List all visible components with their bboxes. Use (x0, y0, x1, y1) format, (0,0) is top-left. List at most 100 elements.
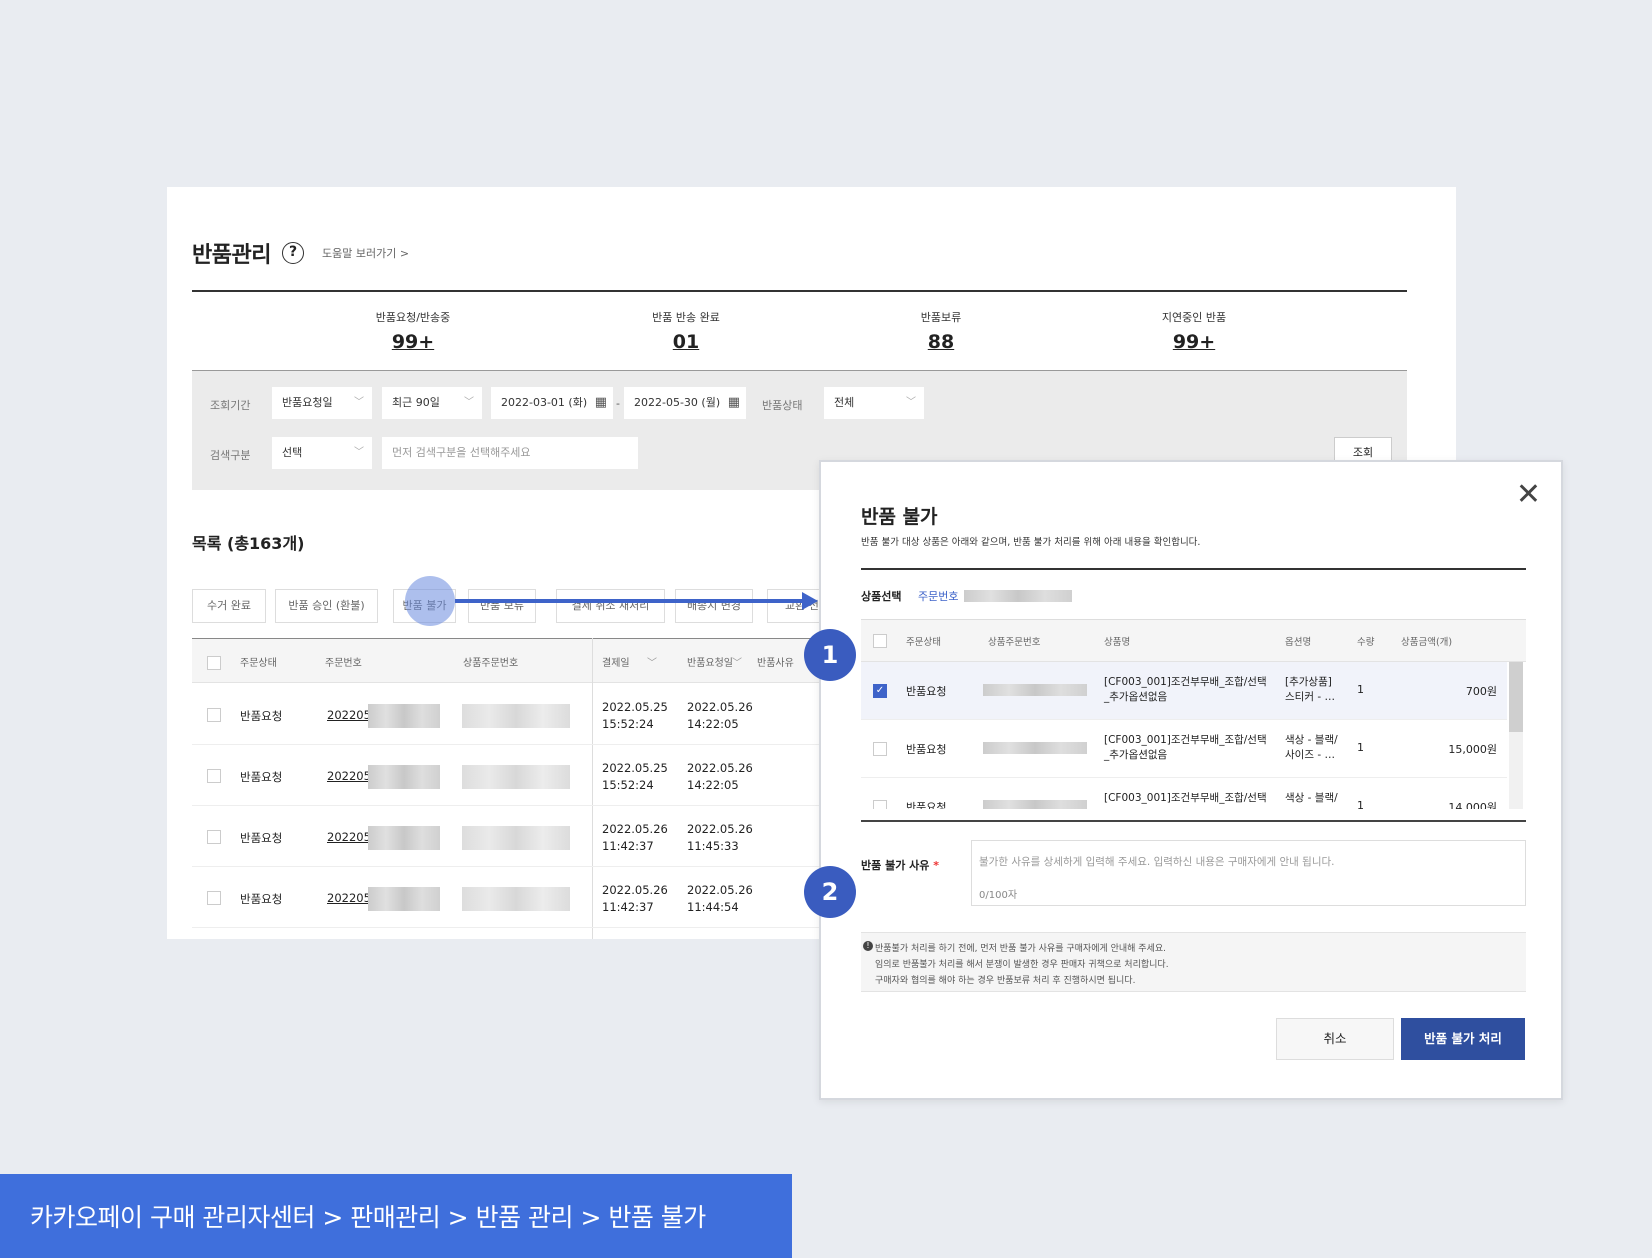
product-name: [CF003_001]조건부무배_조합/선택 _추가옵션없음 (1104, 675, 1267, 705)
status-select[interactable]: 전체 ﹀ (824, 387, 924, 419)
end-date-input[interactable]: 2022-05-30 (월) ▦ (624, 387, 746, 419)
step-badge-2: 2 (804, 866, 856, 918)
step-badge-1: 1 (804, 629, 856, 681)
chevron-down-icon[interactable]: ﹀ (732, 654, 742, 669)
column-header: 상품금액(개) (1401, 637, 1453, 648)
stat-returns-delayed: 지연중인 반품 99+ (1094, 309, 1294, 353)
blurred-product-order-number (462, 704, 570, 728)
stat-value[interactable]: 99+ (1173, 331, 1215, 353)
row-checkbox[interactable] (207, 769, 221, 783)
blurred-product-order-number (983, 742, 1087, 754)
notice-line: 반품불가 처리를 하기 전에, 먼저 반품 불가 사유를 구매자에게 안내해 주… (875, 944, 1167, 954)
breadcrumb: 카카오페이 구매 관리자센터 > 판매관리 > 반품 관리 > 반품 불가 (30, 1203, 706, 1232)
row-request-date: 2022.05.26 (687, 822, 753, 836)
row-request-date: 2022.05.26 (687, 883, 753, 897)
select-all-checkbox[interactable] (207, 656, 221, 670)
column-header: 주문상태 (906, 637, 941, 648)
order-number-label: 주문번호 (918, 590, 959, 603)
blurred-order-number (368, 887, 440, 911)
cancel-button[interactable]: 취소 (1276, 1018, 1394, 1060)
row-checkbox[interactable] (207, 891, 221, 905)
check-icon[interactable]: ✓ (873, 684, 887, 698)
row-checkbox[interactable] (207, 708, 221, 722)
row-order-number[interactable]: 202205 (327, 891, 371, 905)
column-header: 옵션명 (1285, 637, 1312, 648)
blurred-order-number (368, 765, 440, 789)
row-pay-time: 15:52:24 (602, 717, 654, 731)
reason-textarea[interactable] (971, 840, 1526, 906)
search-type-select[interactable]: 선택 ﹀ (272, 437, 372, 469)
option-line: 색상 - 블랙/ (1285, 792, 1338, 804)
column-header: 수량 (1357, 637, 1375, 648)
breadcrumb-banner: 카카오페이 구매 관리자센터 > 판매관리 > 반품 관리 > 반품 불가 (0, 1174, 792, 1258)
column-header[interactable]: 반품요청일 (687, 654, 733, 669)
row-checkbox[interactable] (873, 742, 887, 756)
modal-subtitle: 반품 불가 대상 상품은 아래와 같으며, 반품 불가 처리를 위해 아래 내용… (861, 537, 1201, 548)
stat-label: 반품요청/반송중 (375, 311, 451, 324)
row-status: 반품요청 (906, 743, 947, 756)
chevron-down-icon[interactable]: ﹀ (647, 654, 657, 669)
stat-value[interactable]: 88 (928, 331, 954, 353)
row-order-number[interactable]: 202205 (327, 769, 371, 783)
row-pay-date: 2022.05.25 (602, 700, 668, 714)
row-request-time: 14:22:05 (687, 717, 739, 731)
row-request-time: 14:22:05 (687, 778, 739, 792)
price: 15,000원 (1448, 743, 1497, 756)
status-label: 반품상태 (762, 399, 803, 412)
product-name-line: [CF003_001]조건부무배_조합/선택 (1104, 734, 1267, 746)
table-row[interactable]: ✓ 반품요청 [CF003_001]조건부무배_조합/선택 _추가옵션없음 [추가… (861, 662, 1507, 720)
range-select[interactable]: 최근 90일 ﹀ (382, 387, 482, 419)
table-row[interactable]: 반품요청 [CF003_001]조건부무배_조합/선택 색상 - 블랙/ 1 1… (861, 778, 1507, 809)
column-header[interactable]: 결제일 (602, 654, 630, 669)
help-link[interactable]: 도움말 보러가기 > (322, 245, 409, 261)
date-type-select[interactable]: 반품요청일 ﹀ (272, 387, 372, 419)
calendar-icon[interactable]: ▦ (728, 387, 740, 419)
stat-value[interactable]: 01 (673, 331, 699, 353)
calendar-icon[interactable]: ▦ (595, 387, 607, 419)
reason-label: 반품 불가 사유 * (861, 857, 939, 873)
chevron-down-icon: ﹀ (354, 447, 364, 458)
row-order-number[interactable]: 202205 (327, 708, 371, 722)
row-checkbox[interactable] (207, 830, 221, 844)
scrollbar-thumb[interactable] (1509, 662, 1523, 732)
start-date-value: 2022-03-01 (화) (501, 396, 588, 409)
stat-returns-requested: 반품요청/반송중 99+ (313, 309, 513, 353)
page-title: 반품관리 (192, 243, 271, 268)
product-table: 주문상태 상품주문번호 상품명 옵션명 수량 상품금액(개) ✓ 반품요청 [C… (861, 619, 1526, 809)
product-name-line: _추가옵션없음 (1104, 691, 1168, 703)
option-line: 사이즈 - … (1285, 749, 1335, 761)
row-request-date: 2022.05.26 (687, 761, 753, 775)
collect-complete-button[interactable]: 수거 완료 (192, 589, 266, 623)
row-pay-time: 15:52:24 (602, 778, 654, 792)
hold-return-button[interactable]: 반품 보류 (468, 589, 536, 623)
required-mark: * (933, 859, 939, 872)
search-placeholder: 먼저 검색구분을 선택해주세요 (392, 446, 531, 459)
confirm-reject-button[interactable]: 반품 불가 처리 (1401, 1018, 1525, 1060)
row-checkbox[interactable] (873, 800, 887, 809)
change-address-button[interactable]: 배송지 변경 (675, 589, 753, 623)
row-order-number[interactable]: 202205 (327, 830, 371, 844)
close-icon[interactable]: ✕ (1516, 480, 1541, 510)
row-request-date: 2022.05.26 (687, 700, 753, 714)
row-status: 반품요청 (240, 709, 283, 723)
stat-value[interactable]: 99+ (392, 331, 434, 353)
select-all-checkbox[interactable] (873, 634, 887, 648)
start-date-input[interactable]: 2022-03-01 (화) ▦ (491, 387, 613, 419)
row-pay-date: 2022.05.26 (602, 822, 668, 836)
blurred-product-order-number (983, 800, 1087, 809)
column-header: 주문번호 (325, 658, 362, 669)
row-pay-time: 11:42:37 (602, 900, 654, 914)
price: 14,000원 (1448, 801, 1497, 809)
help-icon[interactable]: ? (282, 242, 304, 264)
table-header: 주문상태 상품주문번호 상품명 옵션명 수량 상품금액(개) (861, 620, 1526, 662)
blurred-product-order-number (983, 684, 1087, 696)
option-line: 색상 - 블랙/ (1285, 734, 1338, 746)
product-name-line: _추가옵션없음 (1104, 749, 1168, 761)
search-input[interactable]: 먼저 검색구분을 선택해주세요 (382, 437, 638, 469)
table-row[interactable]: 반품요청 [CF003_001]조건부무배_조합/선택 _추가옵션없음 색상 - … (861, 720, 1507, 778)
search-label: 검색구분 (210, 449, 251, 462)
product-name-line: [CF003_001]조건부무배_조합/선택 (1104, 792, 1267, 804)
approve-refund-button[interactable]: 반품 승인 (환불) (275, 589, 378, 623)
divider (192, 290, 1407, 292)
retry-cancel-button[interactable]: 결제 취소 재처리 (556, 589, 665, 623)
